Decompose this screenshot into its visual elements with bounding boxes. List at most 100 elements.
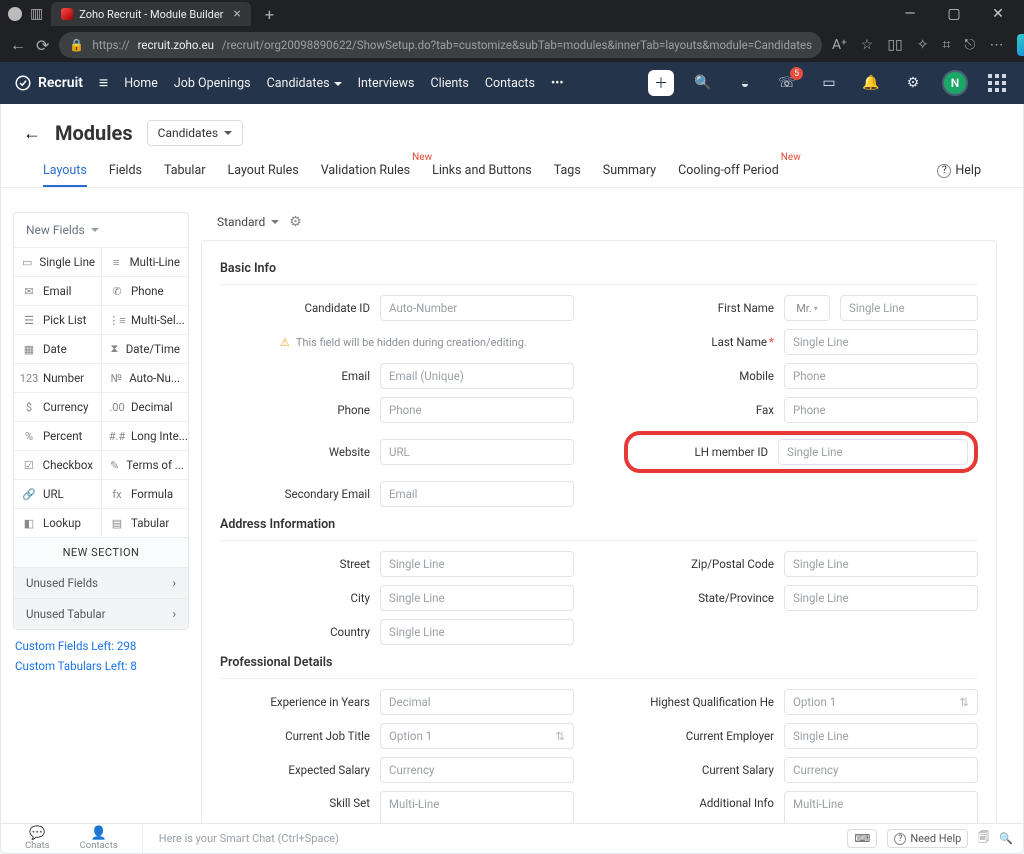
palette-field[interactable]: 123Number <box>14 363 101 392</box>
field-current-employer[interactable]: Current EmployerSingle Line <box>624 723 978 749</box>
field-expected-salary[interactable]: Expected SalaryCurrency <box>220 757 574 783</box>
apps-grid-icon[interactable] <box>984 70 1010 96</box>
field-candidate-id[interactable]: Candidate ID Auto-Number <box>220 295 574 321</box>
calendar-icon[interactable]: ▭ <box>816 70 842 96</box>
gear-icon[interactable]: ⚙ <box>900 70 926 96</box>
field-lh-member-id[interactable]: LH member ID Single Line <box>624 431 978 473</box>
notifications-icon[interactable]: ◒ <box>732 70 758 96</box>
palette-field[interactable]: fxFormula <box>101 479 188 508</box>
window-close-icon[interactable]: ✕ <box>980 6 1016 22</box>
field-first-name[interactable]: First Name Mr.▾ Single Line <box>624 295 978 321</box>
palette-field[interactable]: ☰Pick List <box>14 305 101 334</box>
add-button[interactable]: ＋ <box>648 70 674 96</box>
close-tab-icon[interactable]: × <box>233 6 240 22</box>
copilot-icon[interactable] <box>1017 34 1024 56</box>
address-input[interactable]: 🔒 https://recruit.zoho.eu/recruit/org200… <box>59 32 822 58</box>
form-canvas[interactable]: Basic Info Candidate ID Auto-Number Firs… <box>201 240 997 823</box>
help-link[interactable]: ?Help <box>937 163 981 178</box>
nav-candidates[interactable]: Candidates <box>267 76 342 91</box>
tab-summary[interactable]: Summary <box>603 154 656 187</box>
more-icon[interactable]: ⋯ <box>989 37 1003 53</box>
window-minimize-icon[interactable]: — <box>892 6 928 22</box>
field-highest-qual[interactable]: Highest Qualification HeOption 1⇅ <box>624 689 978 715</box>
palette-field[interactable]: ≡Multi-Line <box>101 247 188 276</box>
search-icon[interactable]: 🔍 <box>690 70 716 96</box>
need-help-button[interactable]: ?Need Help <box>887 829 968 848</box>
palette-field[interactable]: ☑Checkbox <box>14 450 101 479</box>
palette-field[interactable]: ✎Terms of ... <box>101 450 188 479</box>
bell-icon[interactable]: 🔔 <box>858 70 884 96</box>
field-mobile[interactable]: Mobile Phone <box>624 363 978 389</box>
tab-cooling-off[interactable]: Cooling-off PeriodNew <box>678 154 779 187</box>
keyboard-icon[interactable]: ⌨ <box>847 829 877 848</box>
tab-layout-rules[interactable]: Layout Rules <box>228 154 299 187</box>
unused-tabular[interactable]: Unused Tabular› <box>14 598 188 629</box>
field-street[interactable]: StreetSingle Line <box>220 551 574 577</box>
tab-layouts[interactable]: Layouts <box>43 154 87 187</box>
layout-settings-icon[interactable]: ⚙ <box>289 214 302 230</box>
new-tab-button[interactable]: + <box>265 5 274 24</box>
palette-field[interactable]: .00Decimal <box>101 392 188 421</box>
read-aloud-icon[interactable]: A⁺ <box>832 37 847 53</box>
window-maximize-icon[interactable]: ▢ <box>936 6 972 22</box>
tab-links-buttons[interactable]: Links and Buttons <box>432 154 532 187</box>
chats-button[interactable]: 💬Chats <box>25 827 50 851</box>
field-city[interactable]: CitySingle Line <box>220 585 574 611</box>
palette-field[interactable]: #.#Long Inte... <box>101 421 188 450</box>
collections-icon[interactable]: ✧ <box>917 37 929 53</box>
field-phone[interactable]: Phone Phone <box>220 397 574 423</box>
palette-field[interactable]: №Auto-Nu... <box>101 363 188 392</box>
back-icon[interactable]: ← <box>10 35 26 55</box>
palette-field[interactable]: ✆Phone <box>101 276 188 305</box>
favorite-icon[interactable]: ☆ <box>861 37 874 53</box>
unused-fields[interactable]: Unused Fields› <box>14 567 188 598</box>
field-current-salary[interactable]: Current SalaryCurrency <box>624 757 978 783</box>
custom-tabulars-left[interactable]: Custom Tabulars Left: 8 <box>15 656 187 676</box>
tab-validation-rules[interactable]: Validation RulesNew <box>321 154 410 187</box>
field-email[interactable]: Email Email (Unique) <box>220 363 574 389</box>
field-state[interactable]: State/ProvinceSingle Line <box>624 585 978 611</box>
tab-tags[interactable]: Tags <box>554 154 581 187</box>
custom-fields-left[interactable]: Custom Fields Left: 298 <box>15 636 187 656</box>
calls-icon[interactable]: ☏5 <box>774 70 800 96</box>
nav-interviews[interactable]: Interviews <box>358 76 415 91</box>
profile-icon[interactable] <box>8 7 22 21</box>
nav-clients[interactable]: Clients <box>431 76 469 91</box>
clipboard-icon[interactable]: 🗐 <box>978 829 989 848</box>
search-small-icon[interactable]: 🔍 <box>999 832 1013 845</box>
smart-chat-hint[interactable]: Here is your Smart Chat (Ctrl+Space) <box>142 824 838 853</box>
new-section-button[interactable]: NEW SECTION <box>14 537 188 567</box>
field-country[interactable]: CountrySingle Line <box>220 619 574 645</box>
field-zip[interactable]: Zip/Postal CodeSingle Line <box>624 551 978 577</box>
palette-field[interactable]: ▤Tabular <box>101 508 188 537</box>
palette-field[interactable]: 🔗URL <box>14 479 101 508</box>
field-last-name[interactable]: Last Name* Single Line <box>624 329 978 355</box>
tab-fields[interactable]: Fields <box>109 154 142 187</box>
refresh-icon[interactable]: ⟳ <box>36 36 49 55</box>
tab-tabular[interactable]: Tabular <box>164 154 206 187</box>
field-website[interactable]: Website URL <box>220 431 574 473</box>
contacts-button[interactable]: 👤Contacts <box>80 827 118 851</box>
brand[interactable]: Recruit <box>14 74 83 92</box>
palette-field[interactable]: ◧Lookup <box>14 508 101 537</box>
palette-field[interactable]: ✉Email <box>14 276 101 305</box>
field-secondary-email[interactable]: Secondary Email Email <box>220 481 574 507</box>
avatar[interactable]: N <box>942 70 968 96</box>
nav-contacts[interactable]: Contacts <box>485 76 535 91</box>
module-select[interactable]: Candidates <box>147 120 243 146</box>
palette-field[interactable]: %Percent <box>14 421 101 450</box>
palette-field[interactable]: $Currency <box>14 392 101 421</box>
nav-more-icon[interactable]: ••• <box>551 76 564 91</box>
field-current-title[interactable]: Current Job TitleOption 1⇅ <box>220 723 574 749</box>
nav-job-openings[interactable]: Job Openings <box>174 76 251 91</box>
palette-field[interactable]: ▦Date <box>14 334 101 363</box>
sync-icon[interactable]: ⎋ <box>964 37 975 53</box>
salutation-select[interactable]: Mr.▾ <box>784 295 830 321</box>
palette-field[interactable]: ⋮≡Multi-Sel... <box>101 305 188 334</box>
tab-overview-icon[interactable]: ▥ <box>30 6 43 22</box>
palette-header[interactable]: New Fields <box>14 213 188 247</box>
field-skill-set[interactable]: Skill SetMulti-Line <box>220 791 574 823</box>
extensions-icon[interactable]: ⌗ <box>942 37 950 53</box>
menu-icon[interactable]: ≡ <box>99 73 108 93</box>
palette-field[interactable]: ⧗Date/Time <box>101 334 188 363</box>
